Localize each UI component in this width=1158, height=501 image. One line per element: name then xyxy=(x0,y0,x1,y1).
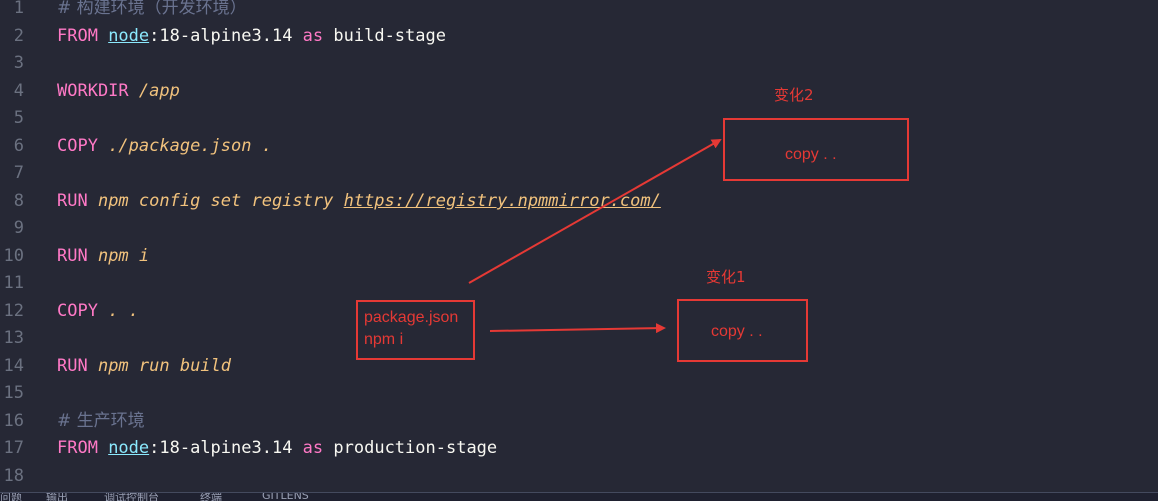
line-number: 8 xyxy=(13,191,24,211)
code-line[interactable]: 3 xyxy=(0,50,1158,77)
code-text: # 构建环境（开发环境） xyxy=(57,0,247,22)
code-editor[interactable]: 1 # 构建环境（开发环境） 2 FROM node:18-alpine3.14 as… xyxy=(0,0,1158,492)
code-text: FROM node:18-alpine3.14 as production-st… xyxy=(57,435,497,462)
code-token: :18-alpine3.14 xyxy=(149,26,303,46)
code-token: as xyxy=(302,438,334,458)
code-text: COPY ./package.json . xyxy=(57,133,272,160)
code-text: RUN npm config set registry https://regi… xyxy=(57,188,661,215)
code-line[interactable]: 16 # 生产环境 xyxy=(0,408,1158,435)
code-line[interactable]: 15 xyxy=(0,380,1158,407)
code-text: WORKDIR /app xyxy=(57,78,180,105)
annotation-change2-box: copy . . xyxy=(723,118,909,181)
annotation-change1-label: 变化1 xyxy=(706,268,746,286)
annotation-change1-text: copy . . xyxy=(711,323,763,340)
code-token: ./package.json . xyxy=(108,136,272,156)
code-line[interactable]: 9 xyxy=(0,215,1158,242)
code-token: RUN xyxy=(57,356,98,376)
line-number: 5 xyxy=(13,108,24,128)
line-number: 14 xyxy=(3,356,24,376)
line-number: 2 xyxy=(13,26,24,46)
code-token: npm run build xyxy=(97,356,232,376)
line-number: 13 xyxy=(3,328,24,348)
code-line[interactable]: 6 COPY ./package.json . xyxy=(0,133,1158,160)
code-line[interactable]: 1 # 构建环境（开发环境） xyxy=(0,0,1158,22)
line-number: 4 xyxy=(13,81,24,101)
line-number: 7 xyxy=(13,163,24,183)
code-text: FROM node:18-alpine3.14 as build-stage xyxy=(57,23,446,50)
code-line[interactable]: 5 xyxy=(0,105,1158,132)
code-line[interactable]: 2 FROM node:18-alpine3.14 as build-stage xyxy=(0,23,1158,50)
code-token: COPY xyxy=(57,301,109,321)
code-token: npm config set registry xyxy=(97,191,344,211)
annotation-source-box: package.json npm i xyxy=(356,300,475,360)
annotation-source-line1: package.json xyxy=(364,309,459,326)
code-line[interactable]: 8 RUN npm config set registry https://reg… xyxy=(0,188,1158,215)
code-text: RUN npm run build xyxy=(57,353,231,380)
line-number: 3 xyxy=(13,53,24,73)
code-token: # 生产环境 xyxy=(57,411,145,431)
code-token: # 构建环境（开发环境） xyxy=(57,0,247,18)
code-line[interactable]: 11 xyxy=(0,270,1158,297)
annotation-source-line2: npm i xyxy=(364,331,404,348)
code-token: FROM xyxy=(57,438,109,458)
code-line[interactable]: 10 RUN npm i xyxy=(0,243,1158,270)
line-number: 18 xyxy=(3,466,24,486)
code-text: RUN npm i xyxy=(57,243,149,270)
code-line[interactable]: 14 RUN npm run build xyxy=(0,353,1158,380)
code-line[interactable]: 13 xyxy=(0,325,1158,352)
code-token: WORKDIR xyxy=(57,81,139,101)
line-number: 1 xyxy=(13,0,24,18)
code-token: build-stage xyxy=(333,26,446,46)
code-token: FROM xyxy=(57,26,109,46)
code-token: as xyxy=(302,26,334,46)
line-number: 17 xyxy=(3,438,24,458)
line-number: 15 xyxy=(3,383,24,403)
code-token: node xyxy=(108,26,150,46)
code-token: RUN xyxy=(57,191,98,211)
code-token: https://registry.npmmirror.com/ xyxy=(343,191,661,211)
line-number: 10 xyxy=(3,246,24,266)
code-token: . . xyxy=(108,301,139,321)
code-line[interactable]: 4 WORKDIR /app xyxy=(0,78,1158,105)
line-number: 6 xyxy=(13,136,24,156)
annotation-change2-label: 变化2 xyxy=(774,86,814,104)
code-line[interactable]: 18 xyxy=(0,463,1158,490)
code-line[interactable]: 7 xyxy=(0,160,1158,187)
code-text: COPY . . xyxy=(57,298,139,325)
annotation-change1-box: copy . . xyxy=(677,299,808,362)
code-token: COPY xyxy=(57,136,109,156)
code-token: node xyxy=(108,438,150,458)
code-line[interactable]: 17 FROM node:18-alpine3.14 as production-… xyxy=(0,435,1158,462)
code-line[interactable]: 12 COPY . . xyxy=(0,298,1158,325)
line-number: 11 xyxy=(3,273,24,293)
code-token: npm i xyxy=(97,246,150,266)
line-number: 12 xyxy=(3,301,24,321)
code-token: RUN xyxy=(57,246,98,266)
line-number: 16 xyxy=(3,411,24,431)
code-token: production-stage xyxy=(333,438,498,458)
annotation-change2-text: copy . . xyxy=(785,146,837,163)
line-number: 9 xyxy=(13,218,24,238)
code-text: # 生产环境 xyxy=(57,408,145,435)
code-token: /app xyxy=(138,81,180,101)
code-token: :18-alpine3.14 xyxy=(149,438,303,458)
